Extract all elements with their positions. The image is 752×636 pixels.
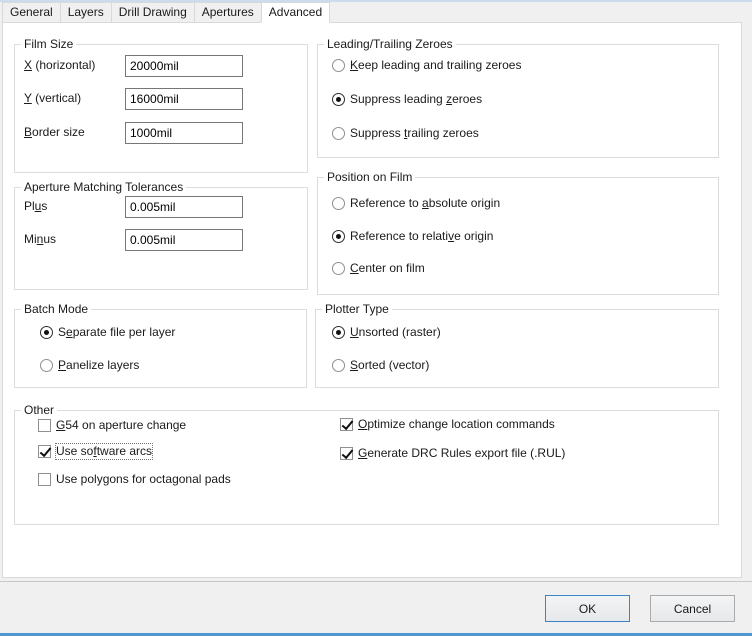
leading-trailing-zeroes-group-title: Leading/Trailing Zeroes (324, 37, 456, 51)
radio-icon (332, 197, 345, 210)
radio-center-on-film[interactable]: Center on film (332, 260, 425, 277)
checkbox-use-software-arcs[interactable]: Use software arcs (38, 443, 152, 460)
radio-keep-zeroes[interactable]: Keep leading and trailing zeroes (332, 57, 521, 74)
checkbox-icon (38, 419, 51, 432)
border-size-label: Border size (24, 125, 85, 139)
checkbox-generate-drc-rules[interactable]: Generate DRC Rules export file (.RUL) (340, 445, 565, 462)
radio-label: Sorted (vector) (350, 358, 429, 373)
other-group: Other G54 on aperture change Use softwar… (14, 410, 719, 525)
plus-tolerance-input[interactable] (125, 196, 243, 218)
radio-separate-file-per-layer[interactable]: Separate file per layer (40, 324, 175, 341)
plotter-type-group: Plotter Type Unsorted (raster) Sorted (v… (315, 309, 719, 388)
radio-label: Reference to relative origin (350, 229, 493, 244)
radio-sorted-vector[interactable]: Sorted (vector) (332, 357, 429, 374)
film-y-input[interactable] (125, 88, 243, 110)
tab-apertures[interactable]: Apertures (194, 2, 262, 23)
checkbox-label: Generate DRC Rules export file (.RUL) (358, 446, 565, 461)
checkbox-icon (340, 418, 353, 431)
radio-label: Reference to absolute origin (350, 196, 500, 211)
radio-label: Suppress trailing zeroes (350, 126, 479, 141)
checkbox-label: G54 on aperture change (56, 418, 186, 433)
radio-label: Center on film (350, 261, 425, 276)
radio-label: Unsorted (raster) (350, 325, 441, 340)
position-on-film-group: Position on Film Reference to absolute o… (317, 177, 719, 295)
aperture-tolerances-group-title: Aperture Matching Tolerances (21, 180, 186, 194)
cancel-button[interactable]: Cancel (650, 595, 735, 622)
other-group-title: Other (21, 403, 57, 417)
radio-icon (332, 127, 345, 140)
radio-icon (40, 326, 53, 339)
batch-mode-group-title: Batch Mode (21, 302, 91, 316)
checkbox-label: Use software arcs (56, 444, 152, 459)
checkbox-optimize-change-location[interactable]: Optimize change location commands (340, 416, 555, 433)
checkbox-icon (38, 473, 51, 486)
checkbox-icon (340, 447, 353, 460)
checkbox-label: Use polygons for octagonal pads (56, 472, 231, 487)
radio-label: Suppress leading zeroes (350, 92, 482, 107)
film-size-group: Film Size X (horizontal) Y (vertical) Bo… (14, 44, 308, 173)
checkbox-use-polygons-octagonal-pads[interactable]: Use polygons for octagonal pads (38, 471, 231, 488)
tab-bar: General Layers Drill Drawing Apertures A… (2, 2, 329, 23)
radio-icon (332, 59, 345, 72)
checkbox-g54-on-aperture-change[interactable]: G54 on aperture change (38, 417, 186, 434)
ok-button[interactable]: OK (545, 595, 630, 622)
radio-icon (40, 359, 53, 372)
film-size-group-title: Film Size (21, 37, 76, 51)
radio-icon (332, 230, 345, 243)
advanced-tab-panel: Film Size X (horizontal) Y (vertical) Bo… (2, 22, 742, 578)
radio-suppress-trailing-zeroes[interactable]: Suppress trailing zeroes (332, 125, 479, 142)
plus-tolerance-label: Plus (24, 199, 47, 213)
radio-label: Panelize layers (58, 358, 139, 373)
film-y-label: Y (vertical) (24, 91, 81, 105)
border-size-input[interactable] (125, 122, 243, 144)
batch-mode-group: Batch Mode Separate file per layer Panel… (14, 309, 307, 388)
tab-drill-drawing[interactable]: Drill Drawing (111, 2, 195, 23)
radio-icon (332, 359, 345, 372)
tab-layers[interactable]: Layers (60, 2, 112, 23)
checkbox-icon (38, 445, 51, 458)
film-x-input[interactable] (125, 55, 243, 77)
tab-advanced[interactable]: Advanced (261, 2, 330, 23)
radio-panelize-layers[interactable]: Panelize layers (40, 357, 139, 374)
plotter-type-group-title: Plotter Type (322, 302, 392, 316)
radio-relative-origin[interactable]: Reference to relative origin (332, 228, 493, 245)
tab-general[interactable]: General (2, 2, 61, 23)
minus-tolerance-input[interactable] (125, 229, 243, 251)
film-x-label: X (horizontal) (24, 58, 95, 72)
radio-unsorted-raster[interactable]: Unsorted (raster) (332, 324, 441, 341)
radio-icon (332, 262, 345, 275)
leading-trailing-zeroes-group: Leading/Trailing Zeroes Keep leading and… (317, 44, 719, 158)
radio-absolute-origin[interactable]: Reference to absolute origin (332, 195, 500, 212)
radio-icon (332, 326, 345, 339)
radio-label: Separate file per layer (58, 325, 175, 340)
radio-icon (332, 93, 345, 106)
position-on-film-group-title: Position on Film (324, 170, 415, 184)
footer-separator (0, 581, 752, 582)
aperture-tolerances-group: Aperture Matching Tolerances Plus Minus (14, 187, 308, 290)
radio-label: Keep leading and trailing zeroes (350, 58, 521, 73)
minus-tolerance-label: Minus (24, 232, 56, 246)
checkbox-label: Optimize change location commands (358, 417, 555, 432)
radio-suppress-leading-zeroes[interactable]: Suppress leading zeroes (332, 91, 482, 108)
